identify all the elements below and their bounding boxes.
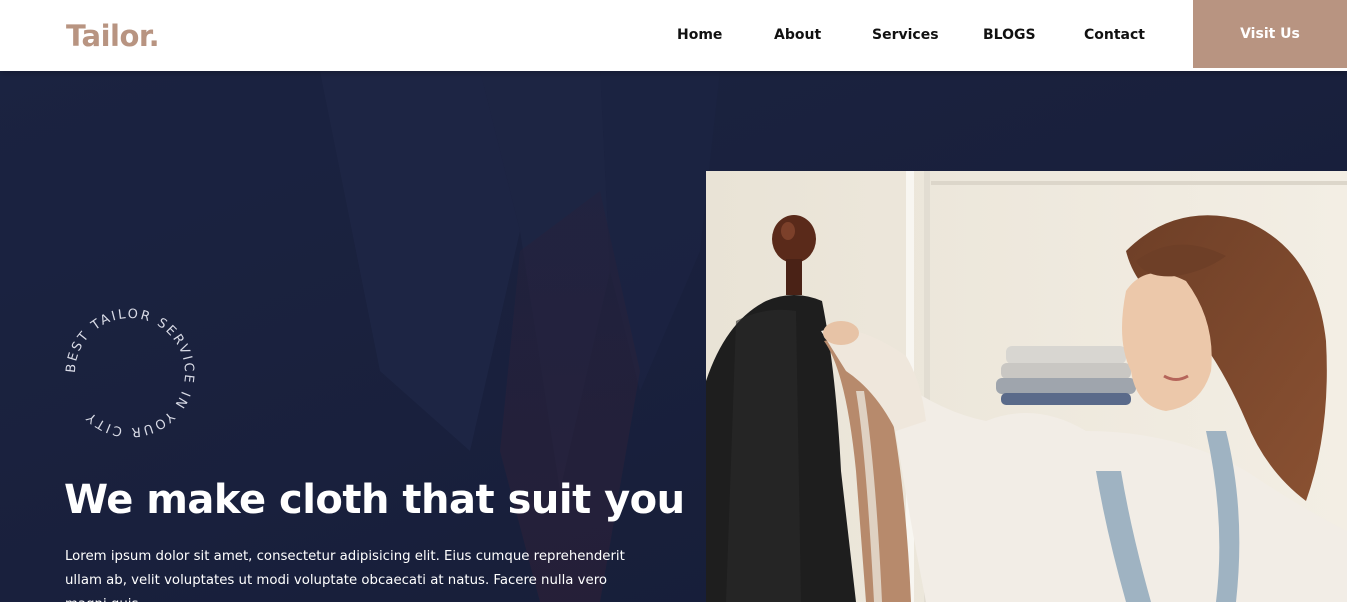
brand-logo[interactable]: Tailor. [66,19,160,53]
best-tailor-circular-badge: BEST TAILOR SERVICE IN YOUR CITY [64,307,196,440]
badge-circular-text: BEST TAILOR SERVICE IN YOUR CITY [64,307,194,440]
visit-us-button[interactable]: Visit Us [1193,0,1347,68]
nav-link-contact[interactable]: Contact [1084,27,1145,43]
svg-text:BEST TAILOR SERVICE IN YOUR CI: BEST TAILOR SERVICE IN YOUR CITY [64,307,196,440]
hero-lead-text: Lorem ipsum dolor sit amet, consectetur … [65,549,625,602]
nav-link-blogs[interactable]: BLOGS [983,27,1036,43]
nav-link-about[interactable]: About [774,27,821,43]
hero-headline: We make cloth that suit you [64,477,685,523]
site-header: Tailor. Home About Services BLOGS Contac… [0,0,1347,71]
tailor-with-mannequin-photo [706,171,1347,602]
nav-link-services[interactable]: Services [872,27,939,43]
nav-link-home[interactable]: Home [677,27,722,43]
hero-section: BEST TAILOR SERVICE IN YOUR CITY We make… [0,71,1347,602]
